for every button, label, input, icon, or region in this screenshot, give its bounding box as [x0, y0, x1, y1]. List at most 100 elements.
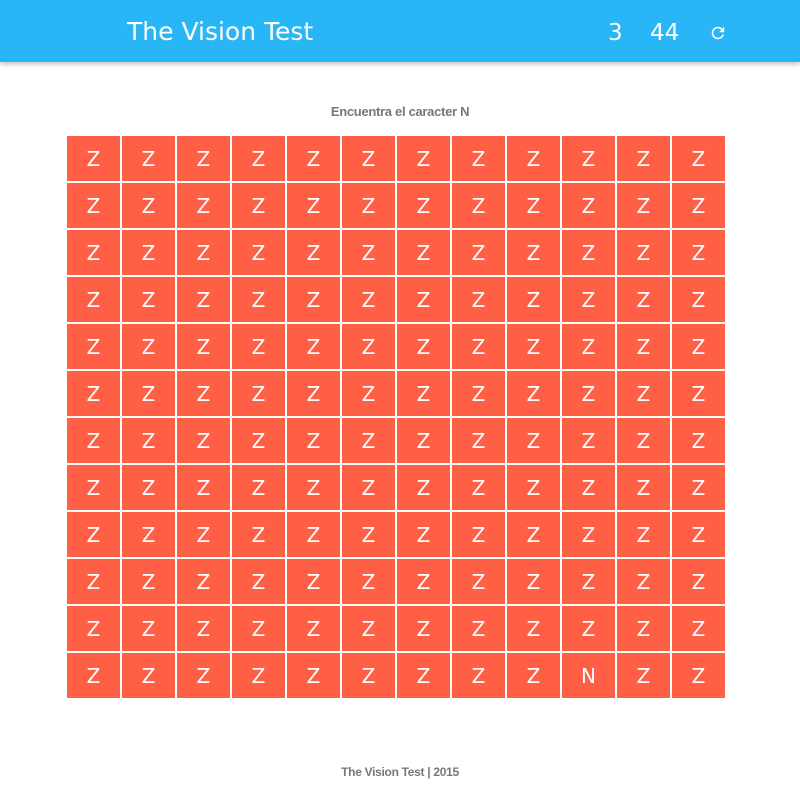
- grid-cell[interactable]: Z: [342, 418, 395, 463]
- grid-cell[interactable]: Z: [67, 512, 120, 557]
- grid-cell[interactable]: Z: [287, 559, 340, 604]
- grid-cell[interactable]: Z: [342, 324, 395, 369]
- grid-cell[interactable]: Z: [507, 653, 560, 698]
- grid-cell[interactable]: Z: [67, 418, 120, 463]
- grid-cell[interactable]: Z: [507, 559, 560, 604]
- grid-cell[interactable]: Z: [177, 230, 230, 275]
- grid-cell[interactable]: Z: [122, 606, 175, 651]
- grid-cell[interactable]: Z: [672, 465, 725, 510]
- grid-cell[interactable]: Z: [397, 606, 450, 651]
- grid-cell[interactable]: Z: [397, 230, 450, 275]
- grid-cell[interactable]: Z: [122, 512, 175, 557]
- grid-cell[interactable]: Z: [177, 136, 230, 181]
- grid-cell[interactable]: Z: [342, 653, 395, 698]
- grid-cell[interactable]: Z: [507, 324, 560, 369]
- grid-cell[interactable]: Z: [177, 418, 230, 463]
- grid-cell[interactable]: Z: [177, 512, 230, 557]
- grid-cell[interactable]: Z: [67, 371, 120, 416]
- grid-cell[interactable]: Z: [617, 136, 670, 181]
- grid-cell[interactable]: Z: [177, 371, 230, 416]
- grid-cell[interactable]: Z: [232, 230, 285, 275]
- grid-cell[interactable]: Z: [122, 324, 175, 369]
- grid-cell[interactable]: Z: [452, 183, 505, 228]
- grid-cell[interactable]: Z: [397, 136, 450, 181]
- grid-cell[interactable]: Z: [397, 653, 450, 698]
- grid-cell[interactable]: Z: [617, 465, 670, 510]
- grid-cell[interactable]: Z: [562, 559, 615, 604]
- grid-cell[interactable]: Z: [177, 324, 230, 369]
- grid-cell[interactable]: Z: [397, 418, 450, 463]
- grid-cell[interactable]: Z: [287, 277, 340, 322]
- grid-cell[interactable]: Z: [617, 277, 670, 322]
- grid-cell[interactable]: Z: [287, 230, 340, 275]
- grid-cell[interactable]: Z: [672, 512, 725, 557]
- grid-cell[interactable]: Z: [507, 183, 560, 228]
- grid-cell[interactable]: Z: [452, 418, 505, 463]
- grid-cell[interactable]: Z: [562, 465, 615, 510]
- grid-cell[interactable]: Z: [287, 183, 340, 228]
- grid-cell[interactable]: Z: [452, 230, 505, 275]
- grid-cell[interactable]: Z: [122, 465, 175, 510]
- grid-cell[interactable]: Z: [452, 512, 505, 557]
- grid-cell[interactable]: Z: [342, 277, 395, 322]
- grid-cell[interactable]: Z: [672, 324, 725, 369]
- grid-cell[interactable]: Z: [562, 512, 615, 557]
- grid-cell[interactable]: Z: [672, 183, 725, 228]
- grid-cell[interactable]: Z: [122, 183, 175, 228]
- grid-cell[interactable]: Z: [562, 324, 615, 369]
- grid-cell[interactable]: Z: [232, 183, 285, 228]
- grid-cell[interactable]: Z: [287, 653, 340, 698]
- grid-cell[interactable]: Z: [232, 324, 285, 369]
- grid-cell[interactable]: Z: [672, 277, 725, 322]
- grid-cell[interactable]: Z: [177, 559, 230, 604]
- grid-cell[interactable]: Z: [342, 371, 395, 416]
- grid-cell[interactable]: Z: [397, 559, 450, 604]
- grid-cell[interactable]: Z: [397, 371, 450, 416]
- grid-cell[interactable]: Z: [177, 465, 230, 510]
- grid-cell[interactable]: Z: [287, 371, 340, 416]
- grid-cell[interactable]: Z: [617, 324, 670, 369]
- grid-cell[interactable]: Z: [177, 183, 230, 228]
- grid-cell[interactable]: Z: [672, 418, 725, 463]
- grid-cell[interactable]: Z: [122, 277, 175, 322]
- grid-cell[interactable]: Z: [67, 465, 120, 510]
- grid-cell[interactable]: Z: [122, 136, 175, 181]
- grid-cell[interactable]: N: [562, 653, 615, 698]
- grid-cell[interactable]: Z: [452, 277, 505, 322]
- grid-cell[interactable]: Z: [287, 324, 340, 369]
- grid-cell[interactable]: Z: [507, 230, 560, 275]
- grid-cell[interactable]: Z: [562, 136, 615, 181]
- grid-cell[interactable]: Z: [397, 465, 450, 510]
- grid-cell[interactable]: Z: [617, 183, 670, 228]
- grid-cell[interactable]: Z: [342, 512, 395, 557]
- grid-cell[interactable]: Z: [562, 371, 615, 416]
- grid-cell[interactable]: Z: [342, 606, 395, 651]
- grid-cell[interactable]: Z: [507, 371, 560, 416]
- grid-cell[interactable]: Z: [562, 606, 615, 651]
- grid-cell[interactable]: Z: [452, 324, 505, 369]
- grid-cell[interactable]: Z: [562, 277, 615, 322]
- grid-cell[interactable]: Z: [397, 512, 450, 557]
- grid-cell[interactable]: Z: [672, 136, 725, 181]
- grid-cell[interactable]: Z: [617, 559, 670, 604]
- grid-cell[interactable]: Z: [562, 230, 615, 275]
- grid-cell[interactable]: Z: [287, 512, 340, 557]
- grid-cell[interactable]: Z: [67, 183, 120, 228]
- grid-cell[interactable]: Z: [122, 653, 175, 698]
- grid-cell[interactable]: Z: [342, 136, 395, 181]
- refresh-button[interactable]: [706, 21, 730, 45]
- grid-cell[interactable]: Z: [452, 465, 505, 510]
- grid-cell[interactable]: Z: [122, 418, 175, 463]
- grid-cell[interactable]: Z: [452, 606, 505, 651]
- grid-cell[interactable]: Z: [232, 606, 285, 651]
- grid-cell[interactable]: Z: [507, 418, 560, 463]
- grid-cell[interactable]: Z: [232, 512, 285, 557]
- grid-cell[interactable]: Z: [672, 230, 725, 275]
- grid-cell[interactable]: Z: [67, 230, 120, 275]
- grid-cell[interactable]: Z: [342, 465, 395, 510]
- grid-cell[interactable]: Z: [232, 277, 285, 322]
- grid-cell[interactable]: Z: [452, 371, 505, 416]
- grid-cell[interactable]: Z: [397, 183, 450, 228]
- grid-cell[interactable]: Z: [287, 465, 340, 510]
- grid-cell[interactable]: Z: [342, 230, 395, 275]
